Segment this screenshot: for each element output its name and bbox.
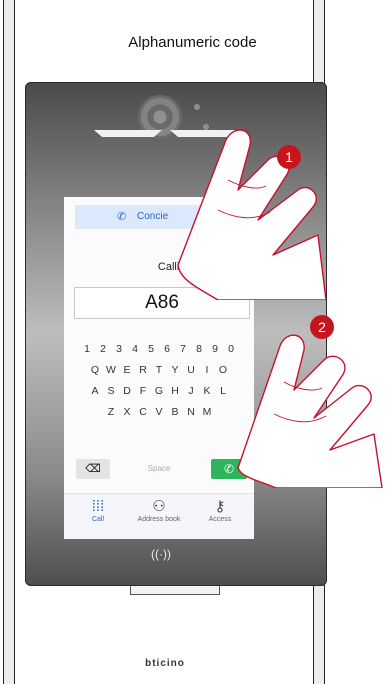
key-a[interactable]: A	[87, 385, 103, 397]
keyboard-row-zxcv: Z X C V B N M	[64, 406, 254, 418]
key-3[interactable]: 3	[111, 343, 127, 355]
key-q[interactable]: Q	[87, 364, 103, 376]
led-strip-left	[94, 130, 162, 137]
key-c[interactable]: C	[135, 406, 151, 418]
brand-logo: bticino	[145, 658, 185, 669]
key-d[interactable]: D	[119, 385, 135, 397]
nav-address-book-label: Address book	[137, 516, 181, 523]
address-book-icon: ⚇	[152, 498, 166, 515]
key-f[interactable]: F	[135, 385, 151, 397]
mount-bracket	[130, 586, 220, 595]
step-badge-2: 2	[310, 315, 334, 339]
space-key[interactable]: Space	[124, 459, 194, 479]
key-u[interactable]: U	[183, 364, 199, 376]
key-b[interactable]: B	[167, 406, 183, 418]
step-badge-1: 1	[277, 145, 301, 169]
key-e[interactable]: E	[119, 364, 135, 376]
key-r[interactable]: R	[135, 364, 151, 376]
key-t[interactable]: T	[151, 364, 167, 376]
key-x[interactable]: X	[119, 406, 135, 418]
keyboard-row-asdf: A S D F G H J K L	[64, 385, 254, 397]
key-s[interactable]: S	[103, 385, 119, 397]
key-g[interactable]: G	[151, 385, 167, 397]
key-5[interactable]: 5	[143, 343, 159, 355]
key-z[interactable]: Z	[103, 406, 119, 418]
key-i[interactable]: I	[199, 364, 215, 376]
keypad-icon: ⁞⁞⁞	[91, 498, 105, 515]
keyboard: 1 2 3 4 5 6 7 8 9 0 Q W E R T Y U I O A …	[64, 343, 254, 427]
key-4[interactable]: 4	[127, 343, 143, 355]
key-v[interactable]: V	[151, 406, 167, 418]
page-title: Alphanumeric code	[128, 34, 257, 51]
left-post	[3, 0, 15, 684]
nav-call-label: Call	[91, 516, 105, 523]
key-icon: ⚷	[214, 498, 226, 515]
key-6[interactable]: 6	[159, 343, 175, 355]
key-2[interactable]: 2	[95, 343, 111, 355]
backspace-icon: ⌫	[85, 463, 101, 475]
keyboard-row-qwerty: Q W E R T Y U I O	[64, 364, 254, 376]
key-j[interactable]: J	[183, 385, 199, 397]
nfc-icon: ((·))	[151, 547, 171, 561]
key-9[interactable]: 9	[207, 343, 223, 355]
keyboard-action-bar: ⌫ Space ✆	[64, 455, 254, 483]
key-m[interactable]: M	[199, 406, 215, 418]
nav-item-access[interactable]: ⚷ Access	[190, 498, 250, 523]
key-h[interactable]: H	[167, 385, 183, 397]
key-n[interactable]: N	[183, 406, 199, 418]
key-1[interactable]: 1	[79, 343, 95, 355]
phone-icon: ✆	[117, 211, 127, 223]
key-w[interactable]: W	[103, 364, 119, 376]
nav-item-address-book[interactable]: ⚇ Address book	[129, 498, 189, 523]
key-k[interactable]: K	[199, 385, 215, 397]
key-8[interactable]: 8	[191, 343, 207, 355]
nav-access-label: Access	[208, 516, 232, 523]
keyboard-row-numbers: 1 2 3 4 5 6 7 8 9 0	[64, 343, 254, 355]
nav-item-call[interactable]: ⁞⁞⁞ Call	[68, 498, 128, 523]
pointing-hand-icon	[237, 334, 383, 488]
bottom-navigation: ⁞⁞⁞ Call ⚇ Address book ⚷ Access	[64, 493, 254, 539]
key-7[interactable]: 7	[175, 343, 191, 355]
key-y[interactable]: Y	[167, 364, 183, 376]
backspace-button[interactable]: ⌫	[76, 459, 110, 479]
pointing-hand-icon	[177, 129, 327, 300]
